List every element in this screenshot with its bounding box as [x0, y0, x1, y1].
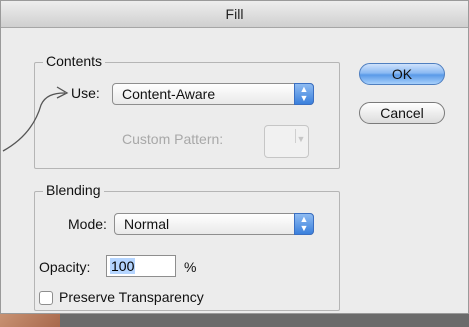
fill-dialog: Fill Contents Use: Content-Aware ▲ ▼ Cust… — [0, 0, 469, 314]
curved-arrow-icon — [2, 86, 69, 152]
